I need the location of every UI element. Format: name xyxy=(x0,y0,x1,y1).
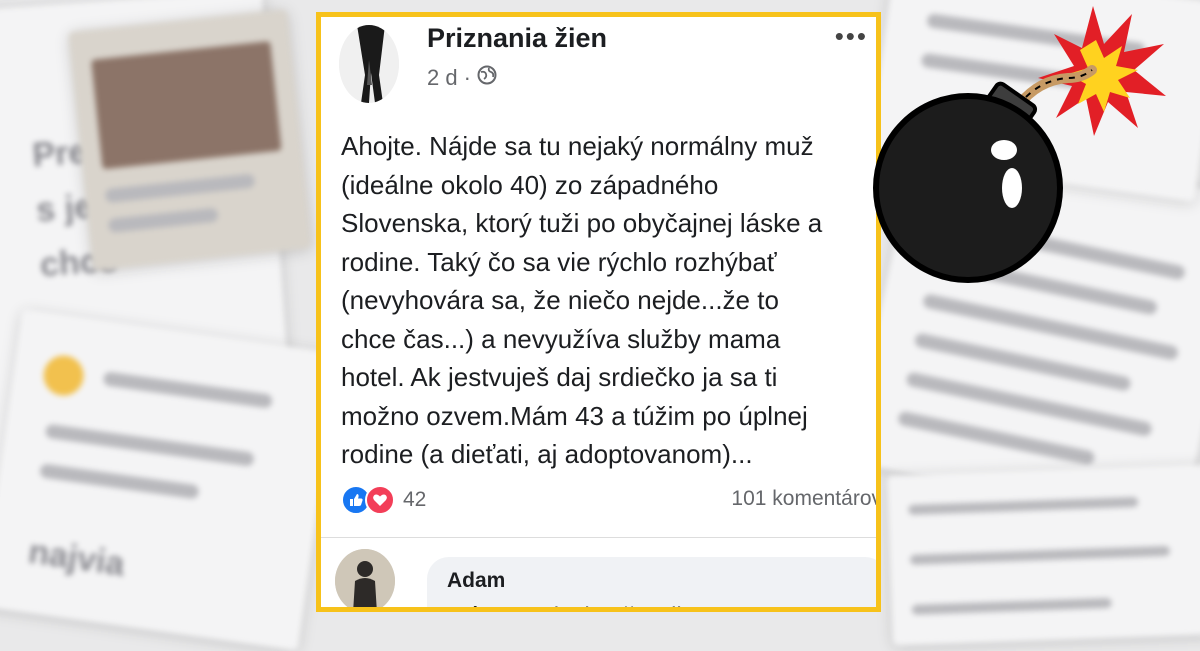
post-text-line: možno ozvem.Mám 43 a túžim po úplnej xyxy=(341,400,808,431)
page-name[interactable]: Priznania žien xyxy=(427,23,607,54)
post-meta: 2 d · xyxy=(427,65,497,91)
post-text-line: (ideálne okolo 40) zo západného xyxy=(341,169,719,200)
post-text-line: hotel. Ak jestvuješ daj srdiečko ja sa t… xyxy=(341,362,778,392)
background-photo-card xyxy=(68,9,312,271)
post-text-line: rodine. Taký čo sa vie rýchlo rozhýbať xyxy=(341,246,777,277)
post-text-line: Slovenska, ktorý tuži po obyčajnej láske… xyxy=(341,208,823,238)
explosion-spark xyxy=(1038,6,1166,136)
comment-avatar[interactable] xyxy=(335,549,395,607)
post-text-line: (nevyhovára sa, že niečo nejde...že to xyxy=(341,285,779,315)
love-icon xyxy=(365,485,395,515)
background-comments-left: najvia xyxy=(0,309,340,651)
post-body: Ahojte. Nájde sa tu nejaký normálny muž … xyxy=(341,127,871,474)
globe-icon xyxy=(477,65,497,91)
comment-bubble: Adam Mám 29 ak chceš rodinu xyxy=(427,557,876,607)
meta-separator: · xyxy=(463,65,471,90)
page-avatar[interactable] xyxy=(339,25,399,103)
more-icon[interactable]: ••• xyxy=(835,21,868,52)
post-text-line: chce čas...) a nevyužíva služby mama xyxy=(341,323,781,354)
reactions-summary[interactable]: 42 xyxy=(341,485,426,515)
comment-text: Mám 29 ak chceš rodinu xyxy=(447,603,708,607)
comments-count[interactable]: 101 komentárov xyxy=(731,487,876,511)
divider xyxy=(321,537,876,538)
bomb-icon xyxy=(873,6,1166,283)
reaction-count: 42 xyxy=(403,488,427,511)
post-text-line: Ahojte. Nájde sa tu nejaký normálny muž xyxy=(341,131,814,161)
comment-author[interactable]: Adam xyxy=(447,569,505,593)
post-text-line: rodine (a dieťati, aj adoptovanom)... xyxy=(341,439,753,469)
background-text: najvia xyxy=(26,532,127,584)
facebook-post-card: Priznania žien 2 d · ••• Ahojte. Nájde s… xyxy=(316,12,881,612)
background-comments-right xyxy=(887,464,1200,646)
post-time[interactable]: 2 d xyxy=(427,65,458,91)
